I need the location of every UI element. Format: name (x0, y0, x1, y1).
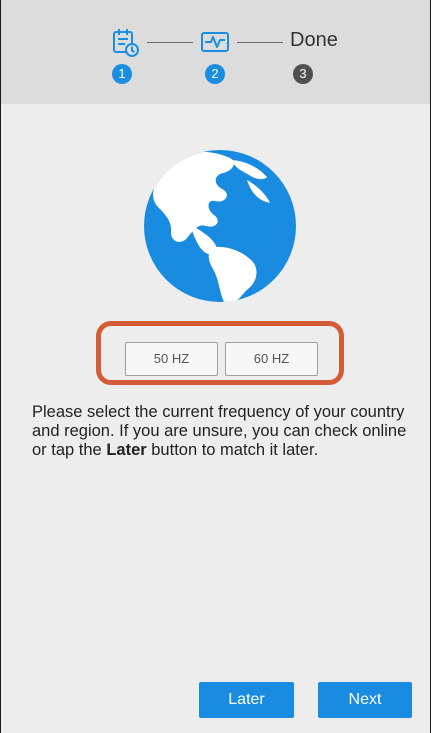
step-connector (237, 42, 283, 43)
step-number-2: 2 (205, 64, 225, 84)
frequency-instructions: Please select the current frequency of y… (32, 403, 412, 460)
setup-stepper: Done 1 2 3 (1, 0, 430, 104)
step-number-1: 1 (112, 64, 132, 84)
later-emphasis: Later (106, 441, 147, 459)
step-number-3: 3 (293, 64, 313, 84)
next-button[interactable]: Next (318, 682, 412, 718)
50hz-button[interactable]: 50 HZ (125, 342, 218, 376)
globe-icon (144, 150, 296, 302)
60hz-button[interactable]: 60 HZ (225, 342, 318, 376)
pulse-monitor-icon (199, 26, 231, 58)
frequency-setup-screen: Done 1 2 3 50 HZ 60 HZ Please select the… (0, 0, 431, 733)
calendar-clock-icon (109, 26, 141, 58)
done-step-label: Done (290, 29, 338, 51)
step-connector (147, 42, 193, 43)
later-button[interactable]: Later (199, 682, 294, 718)
instruction-text-end: button to match it later. (146, 441, 319, 459)
